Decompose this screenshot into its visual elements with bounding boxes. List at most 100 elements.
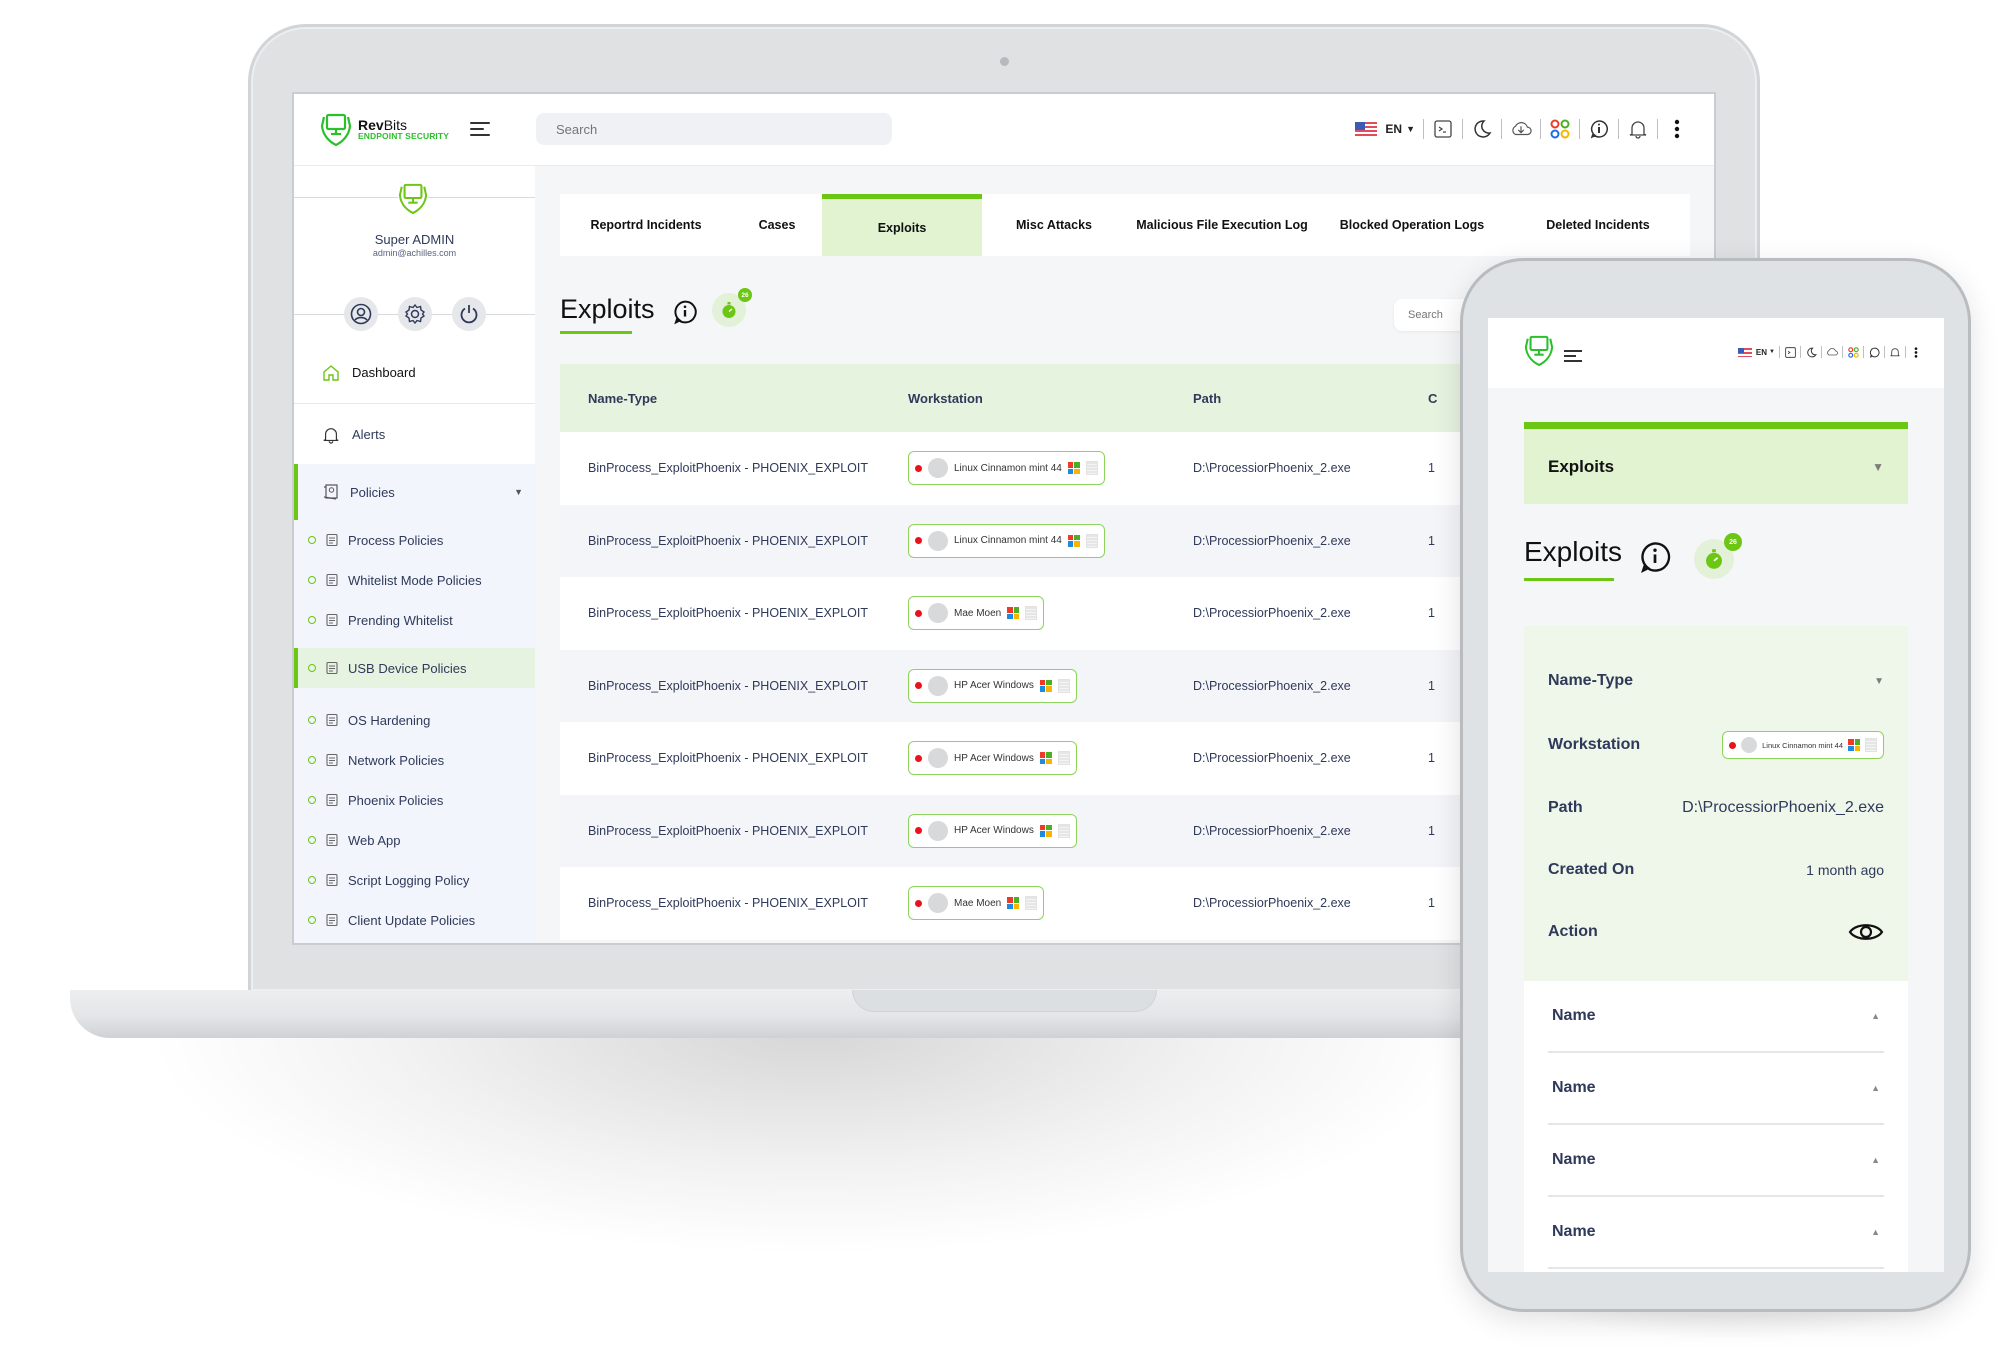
user-email: admin@achilles.com bbox=[372, 248, 457, 258]
language-selector[interactable]: EN bbox=[1756, 348, 1767, 357]
column-header-path[interactable]: Path bbox=[1193, 391, 1428, 406]
sidebar-item-policy[interactable]: Script Logging Policy bbox=[294, 860, 535, 900]
card-row-name-type[interactable]: Name-Type ▼ bbox=[1548, 666, 1884, 696]
field-label: Action bbox=[1548, 923, 1598, 940]
sidebar: Super ADMIN admin@achilles.com Dashboard… bbox=[294, 166, 535, 943]
list-item[interactable]: Name ▲ bbox=[1548, 1053, 1884, 1125]
settings-button[interactable] bbox=[398, 297, 432, 331]
workstation-chip[interactable]: HP Acer Windows bbox=[908, 668, 1077, 703]
sidebar-item-policy[interactable]: Process Policies bbox=[294, 520, 535, 560]
info-chat-icon[interactable] bbox=[1638, 540, 1672, 579]
language-selector[interactable]: EN bbox=[1385, 122, 1402, 136]
workstation-chip[interactable]: Mae Moen bbox=[908, 596, 1045, 631]
sidebar-item-policy[interactable]: OS Hardening bbox=[294, 700, 535, 740]
exploit-card: Name-Type ▼ Workstation Linux Cinnamon m… bbox=[1524, 626, 1908, 981]
logout-button[interactable] bbox=[452, 297, 486, 331]
sidebar-item-policy[interactable]: Web App bbox=[294, 820, 535, 860]
field-label: Workstation bbox=[1548, 736, 1641, 753]
terminal-icon[interactable] bbox=[1432, 118, 1454, 140]
timer-badge: 26 bbox=[738, 288, 752, 302]
cloud-download-icon[interactable] bbox=[1826, 346, 1838, 358]
workstation-chip[interactable]: HP Acer Windows bbox=[908, 813, 1077, 848]
chevron-up-icon[interactable]: ▲ bbox=[1871, 1155, 1880, 1165]
sidebar-item-dashboard[interactable]: Dashboard bbox=[294, 342, 535, 404]
bell-icon[interactable] bbox=[1889, 346, 1901, 358]
windows-icon bbox=[1039, 679, 1052, 692]
tab-cases[interactable]: Cases bbox=[732, 194, 822, 256]
more-vertical-icon[interactable] bbox=[1910, 346, 1922, 358]
tab-malicious-file-execution-log[interactable]: Malicious File Execution Log bbox=[1126, 194, 1318, 256]
policies-section: Policies ▼ Process Policies Whitelist Mod… bbox=[294, 464, 535, 943]
windows-icon bbox=[1007, 897, 1020, 910]
column-header-name-type[interactable]: Name-Type bbox=[560, 391, 908, 406]
workstation-chip[interactable]: Linux Cinnamon mint 44 bbox=[1722, 731, 1884, 759]
more-vertical-icon[interactable] bbox=[1666, 118, 1688, 140]
chevron-down-icon[interactable]: ▼ bbox=[1874, 676, 1884, 687]
brand-logo[interactable]: RevBits ENDPOINT SECURITY bbox=[320, 112, 449, 146]
card-row-action: Action bbox=[1548, 917, 1884, 947]
user-profile-button[interactable] bbox=[344, 297, 378, 331]
chevron-up-icon[interactable]: ▲ bbox=[1871, 1011, 1880, 1021]
cloud-download-icon[interactable] bbox=[1510, 118, 1532, 140]
sidebar-item-policy[interactable]: Whitelist Mode Policies bbox=[294, 560, 535, 600]
code-window-icon bbox=[324, 712, 340, 728]
chevron-up-icon[interactable]: ▲ bbox=[1871, 1227, 1880, 1237]
bell-icon[interactable] bbox=[1627, 118, 1649, 140]
apps-grid-icon[interactable] bbox=[1549, 118, 1571, 140]
list-item[interactable]: Name ▲ bbox=[1548, 981, 1884, 1053]
title-underline bbox=[1524, 578, 1614, 581]
sidebar-item-policy[interactable]: USB Device Policies bbox=[294, 648, 535, 688]
tab-reported-incidents[interactable]: Reportrd Incidents bbox=[560, 194, 732, 256]
divider bbox=[1540, 119, 1541, 139]
mobile-tab-dropdown[interactable]: Exploits ▼ bbox=[1524, 422, 1908, 504]
sidebar-item-alerts[interactable]: Alerts bbox=[294, 404, 535, 466]
workstation-chip[interactable]: Linux Cinnamon mint 44 bbox=[908, 451, 1105, 486]
moon-icon[interactable] bbox=[1471, 118, 1493, 140]
list-item[interactable]: Name ▲ bbox=[1548, 1197, 1884, 1269]
workstation-chip[interactable]: Linux Cinnamon mint 44 bbox=[908, 523, 1105, 558]
terminal-icon[interactable] bbox=[1784, 346, 1796, 358]
menu-toggle-icon[interactable] bbox=[470, 122, 490, 140]
bullet-dot bbox=[308, 756, 316, 764]
cell-name-type: BinProcess_ExploitPhoenix - PHOENIX_EXPL… bbox=[588, 751, 868, 766]
info-chat-icon[interactable] bbox=[1868, 346, 1880, 358]
sidebar-item-policy[interactable]: Prending Whitelist bbox=[294, 600, 535, 640]
cell-name-type: BinProcess_ExploitPhoenix - PHOENIX_EXPL… bbox=[588, 678, 868, 693]
moon-icon[interactable] bbox=[1805, 346, 1817, 358]
info-chat-icon[interactable] bbox=[1588, 118, 1610, 140]
global-search-input[interactable] bbox=[536, 113, 892, 145]
divider bbox=[1863, 346, 1864, 358]
chevron-up-icon[interactable]: ▲ bbox=[1871, 1083, 1880, 1093]
incident-tabs: Reportrd Incidents Cases Exploits Misc A… bbox=[560, 194, 1690, 256]
update-window-icon bbox=[324, 912, 340, 928]
apps-grid-icon[interactable] bbox=[1847, 346, 1859, 358]
tab-deleted-incidents[interactable]: Deleted Incidents bbox=[1506, 194, 1690, 256]
timer-button[interactable]: 26 bbox=[1694, 533, 1742, 579]
sidebar-item-policies[interactable]: Policies ▼ bbox=[294, 464, 535, 520]
timer-button[interactable]: 26 bbox=[712, 288, 752, 327]
workstation-chip[interactable]: HP Acer Windows bbox=[908, 741, 1077, 776]
column-header-workstation[interactable]: Workstation bbox=[908, 391, 1193, 406]
chevron-down-icon[interactable]: ▼ bbox=[1769, 349, 1775, 355]
us-flag-icon[interactable] bbox=[1355, 122, 1378, 136]
list-item[interactable]: Name ▲ bbox=[1548, 1125, 1884, 1197]
sidebar-item-policy[interactable]: Client Update Policies bbox=[294, 900, 535, 940]
info-chat-icon[interactable] bbox=[672, 299, 698, 330]
page-title: Exploits bbox=[560, 294, 655, 324]
tab-misc-attacks[interactable]: Misc Attacks bbox=[982, 194, 1126, 256]
eye-icon[interactable] bbox=[1848, 921, 1884, 943]
us-flag-icon[interactable] bbox=[1737, 347, 1752, 357]
sidebar-item-label: Web App bbox=[348, 832, 401, 848]
brand-logo[interactable] bbox=[1524, 334, 1554, 371]
sidebar-item-policy[interactable]: Phoenix Policies bbox=[294, 780, 535, 820]
profile-shield-icon bbox=[398, 182, 428, 215]
mobile-collapsed-list: Name ▲ Name ▲ Name ▲ Name ▲ bbox=[1524, 981, 1908, 1272]
menu-toggle-icon[interactable] bbox=[1564, 350, 1582, 365]
tab-blocked-operation-logs[interactable]: Blocked Operation Logs bbox=[1318, 194, 1506, 256]
workstation-chip[interactable]: Mae Moen bbox=[908, 886, 1045, 921]
chevron-down-icon[interactable]: ▼ bbox=[1406, 124, 1415, 134]
sidebar-item-policy[interactable]: Network Policies bbox=[294, 740, 535, 780]
tab-exploits[interactable]: Exploits bbox=[822, 194, 982, 256]
chevron-down-icon[interactable]: ▼ bbox=[514, 487, 523, 497]
list-item-label: Name bbox=[1552, 1223, 1596, 1240]
